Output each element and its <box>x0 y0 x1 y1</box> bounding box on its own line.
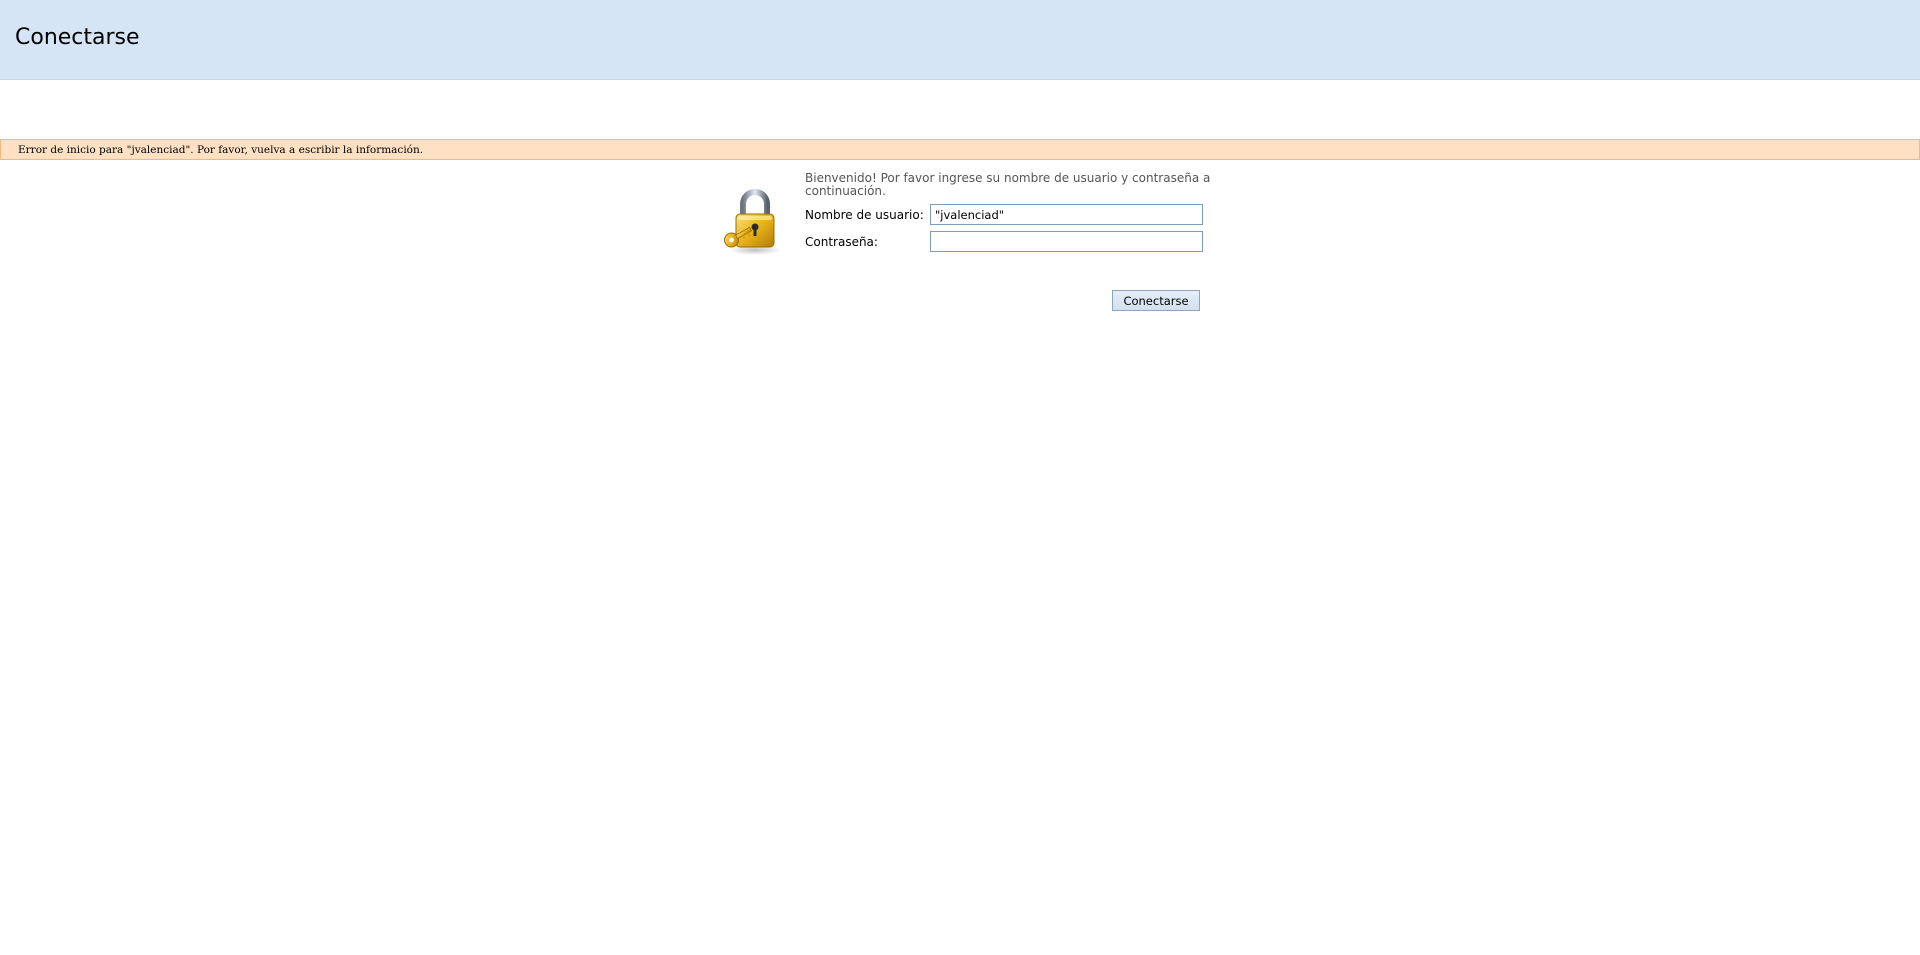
page-title: Conectarse <box>15 25 140 50</box>
error-message: Error de inicio para "jvalenciad". Por f… <box>18 144 424 156</box>
page-header: Conectarse <box>0 0 1920 80</box>
username-input[interactable] <box>930 204 1203 225</box>
welcome-message: Bienvenido! Por favor ingrese su nombre … <box>805 171 1211 198</box>
password-label: Contraseña: <box>805 235 878 249</box>
username-label: Nombre de usuario: <box>805 208 924 222</box>
password-input[interactable] <box>930 231 1203 252</box>
login-button[interactable]: Conectarse <box>1112 290 1200 311</box>
error-banner: Error de inicio para "jvalenciad". Por f… <box>0 139 1920 160</box>
lock-with-key-icon <box>721 186 785 256</box>
